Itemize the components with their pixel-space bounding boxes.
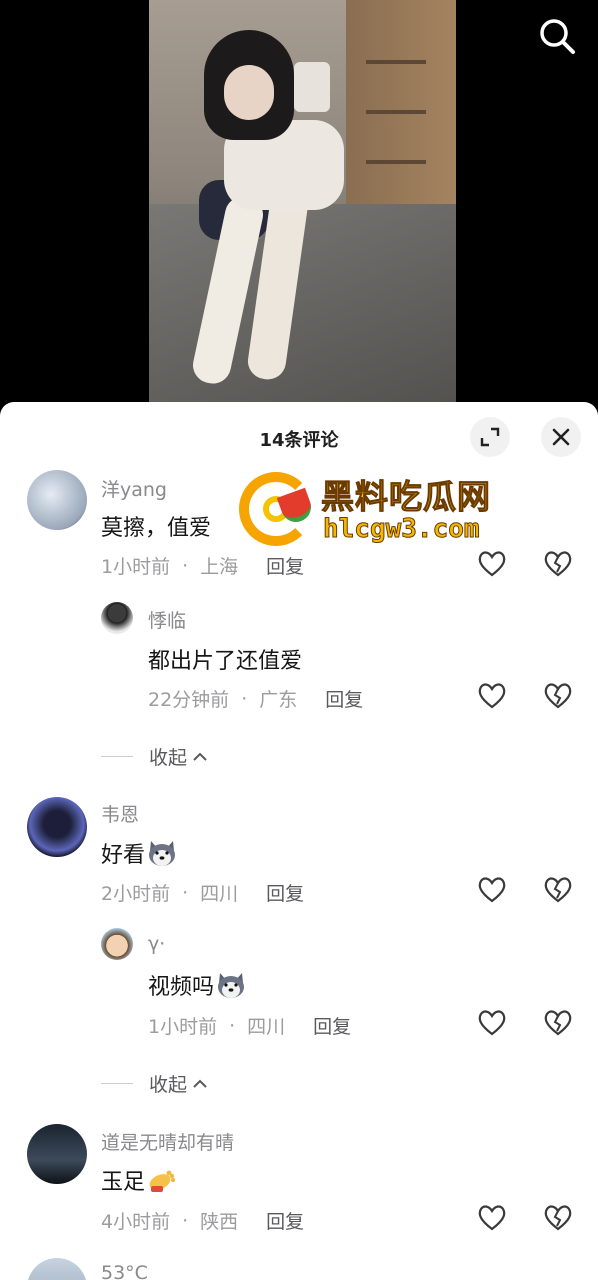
reply-username[interactable]: γ·: [148, 933, 165, 955]
comment-text-row: 玉足: [101, 1164, 177, 1196]
broken-heart-icon: [544, 551, 572, 577]
reply-text: 都出片了还值爱: [148, 649, 303, 674]
comment-time: 1小时前: [101, 556, 171, 578]
video-frame[interactable]: [149, 0, 456, 404]
collapse-replies-button[interactable]: 收起: [101, 743, 209, 770]
heart-icon: [478, 551, 506, 577]
comment-sheet-header: 14条评论: [0, 402, 598, 472]
avatar[interactable]: [27, 1124, 87, 1184]
meta-separator: ·: [229, 1014, 236, 1037]
comment-meta: 4小时前 · 陕西 回复: [101, 1207, 304, 1234]
dislike-button[interactable]: [542, 874, 574, 906]
watermark-title: 黑料吃瓜网: [321, 477, 491, 517]
reply-button[interactable]: 回复: [313, 1012, 351, 1039]
reply-time: 22分钟前: [148, 689, 230, 711]
comment-location: 上海: [200, 556, 239, 578]
like-button[interactable]: [476, 1202, 508, 1234]
reply-text: 视频吗: [148, 975, 215, 1000]
comment-time: 2小时前: [101, 883, 171, 905]
avatar[interactable]: [27, 797, 87, 857]
search-icon: [540, 19, 575, 54]
comment-text-row: 好看: [101, 837, 177, 869]
divider-line: [101, 756, 133, 757]
comment-text: 莫擦，值爱: [101, 516, 212, 541]
comment-location: 四川: [200, 883, 239, 905]
collapse-label: 收起: [149, 1074, 188, 1096]
divider-line: [101, 1083, 133, 1084]
avatar[interactable]: [101, 928, 133, 960]
broken-heart-icon: [544, 1205, 572, 1231]
broken-heart-icon: [544, 683, 572, 709]
like-button[interactable]: [476, 874, 508, 906]
close-icon: [552, 428, 570, 446]
close-button[interactable]: [541, 417, 581, 457]
heart-icon: [478, 1205, 506, 1231]
search-button[interactable]: [537, 16, 577, 56]
video-player[interactable]: [0, 0, 598, 420]
comment-time: 4小时前: [101, 1211, 171, 1233]
comment-username[interactable]: 道是无晴却有晴: [101, 1128, 234, 1155]
meta-separator: ·: [182, 554, 189, 577]
avatar[interactable]: [27, 470, 87, 530]
comment-username[interactable]: 韦恩: [101, 800, 139, 827]
meta-separator: ·: [241, 687, 248, 710]
reply-username[interactable]: 悸临: [148, 606, 186, 633]
dislike-button[interactable]: [542, 680, 574, 712]
like-button[interactable]: [476, 548, 508, 580]
comment-text: 玉足: [101, 1170, 146, 1195]
reply-location: 广东: [259, 689, 298, 711]
meta-separator: ·: [182, 1209, 189, 1232]
heart-icon: [478, 1010, 506, 1036]
chevron-up-icon: [193, 1079, 207, 1088]
reply-button[interactable]: 回复: [266, 1207, 304, 1234]
comment-meta: 2小时前 · 四川 回复: [101, 879, 304, 906]
reply-text-row: 视频吗: [148, 969, 246, 1001]
comment-username[interactable]: 洋yang: [101, 475, 167, 502]
reply-location: 四川: [247, 1016, 286, 1038]
reply-button[interactable]: 回复: [266, 552, 304, 579]
avatar[interactable]: [101, 602, 133, 634]
expand-button[interactable]: [470, 417, 510, 457]
broken-heart-icon: [544, 1010, 572, 1036]
video-figure-phone: [294, 62, 330, 112]
heart-icon: [478, 877, 506, 903]
comment-location: 陕西: [200, 1211, 239, 1233]
comment-username[interactable]: 53°C: [101, 1262, 148, 1280]
comment-meta: 1小时前 · 上海 回复: [101, 552, 304, 579]
like-button[interactable]: [476, 1007, 508, 1039]
collapse-replies-button[interactable]: 收起: [101, 1070, 209, 1097]
heart-icon: [478, 683, 506, 709]
video-figure-face: [224, 65, 274, 120]
watermark-url: hlcgw3.com: [323, 514, 481, 545]
like-button[interactable]: [476, 680, 508, 712]
foot-emoji-icon: [149, 1170, 176, 1192]
husky-emoji-icon: [218, 973, 245, 998]
reply-meta: 22分钟前 · 广东 回复: [148, 685, 363, 712]
dislike-button[interactable]: [542, 1007, 574, 1039]
meta-separator: ·: [182, 881, 189, 904]
collapse-label: 收起: [149, 747, 188, 769]
reply-button[interactable]: 回复: [266, 879, 304, 906]
husky-emoji-icon: [149, 841, 176, 866]
comment-text: 好看: [101, 843, 146, 868]
reply-meta: 1小时前 · 四川 回复: [148, 1012, 351, 1039]
expand-icon: [480, 427, 500, 447]
reply-button[interactable]: 回复: [325, 685, 363, 712]
reply-time: 1小时前: [148, 1016, 218, 1038]
dislike-button[interactable]: [542, 548, 574, 580]
chevron-up-icon: [193, 752, 207, 761]
broken-heart-icon: [544, 877, 572, 903]
dislike-button[interactable]: [542, 1202, 574, 1234]
watermark-logo: 黑料吃瓜网 hlcgw3.com: [237, 470, 527, 550]
